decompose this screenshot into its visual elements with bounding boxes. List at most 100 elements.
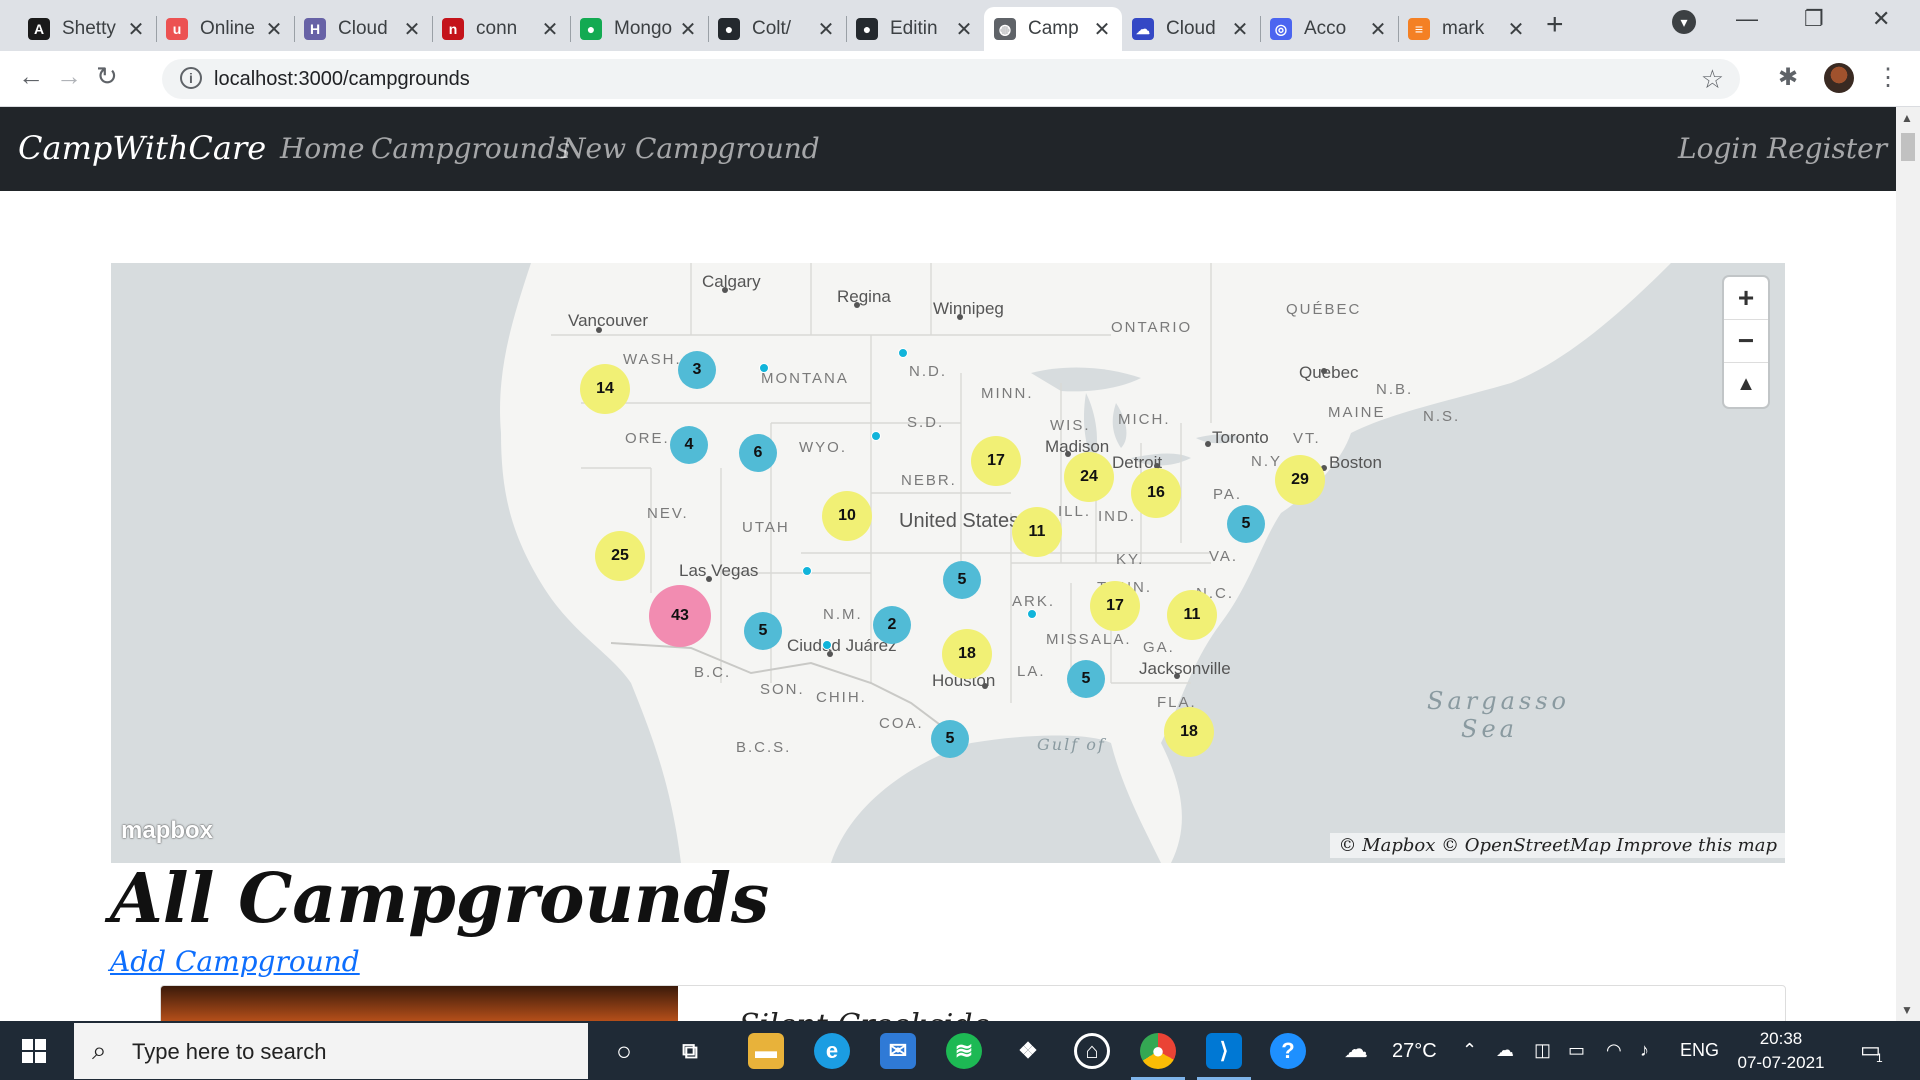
tray-chevron-icon[interactable]: ⌃ xyxy=(1462,1040,1477,1061)
scroll-thumb[interactable] xyxy=(1901,133,1915,161)
cluster-marker[interactable]: 2 xyxy=(873,606,911,644)
task-view-icon[interactable]: ⧉ xyxy=(672,1033,708,1069)
campground-point[interactable] xyxy=(802,566,812,576)
back-icon[interactable]: ← xyxy=(18,61,44,92)
compass-reset-button[interactable]: ▲ xyxy=(1724,363,1768,406)
brand-link[interactable]: CampWithCare xyxy=(18,129,266,167)
cluster-marker[interactable]: 3 xyxy=(678,351,716,389)
browser-tab[interactable]: ● Editin ✕ xyxy=(846,7,984,51)
volume-icon[interactable]: ♪ xyxy=(1640,1040,1649,1061)
page-scrollbar[interactable]: ▲ ▼ xyxy=(1896,107,1920,1021)
campground-point[interactable] xyxy=(871,431,881,441)
browser-tab[interactable]: u Online ✕ xyxy=(156,7,294,51)
cluster-marker[interactable]: 5 xyxy=(943,561,981,599)
campground-point[interactable] xyxy=(822,640,832,650)
minimize-icon[interactable]: — xyxy=(1736,6,1758,32)
zoom-out-button[interactable]: − xyxy=(1724,320,1768,363)
cluster-marker[interactable]: 11 xyxy=(1167,590,1217,640)
edge-icon[interactable]: e xyxy=(814,1033,850,1069)
file-explorer-icon[interactable]: ▬ xyxy=(748,1033,784,1069)
close-tab-icon[interactable]: ✕ xyxy=(264,17,284,42)
cluster-marker[interactable]: 18 xyxy=(942,629,992,679)
add-campground-link[interactable]: Add Campground xyxy=(110,945,360,978)
system-clock[interactable]: 20:38 07-07-2021 xyxy=(1736,1027,1826,1075)
close-tab-icon[interactable]: ✕ xyxy=(1506,17,1526,42)
browser-tab[interactable]: ≡ mark ✕ xyxy=(1398,7,1536,51)
extensions-icon[interactable]: ✱ xyxy=(1778,63,1798,92)
campground-point[interactable] xyxy=(1027,609,1037,619)
close-tab-icon[interactable]: ✕ xyxy=(402,17,422,42)
weather-icon[interactable]: ☁ xyxy=(1344,1035,1368,1064)
profile-avatar[interactable] xyxy=(1824,63,1854,93)
weather-temp[interactable]: 27°C xyxy=(1392,1040,1437,1063)
nav-new-campground[interactable]: New Campground xyxy=(561,132,820,165)
cluster-marker[interactable]: 17 xyxy=(1090,581,1140,631)
site-info-icon[interactable]: i xyxy=(180,67,202,89)
cluster-marker[interactable]: 5 xyxy=(1227,505,1265,543)
forward-icon[interactable]: → xyxy=(56,61,82,92)
cluster-marker[interactable]: 17 xyxy=(971,436,1021,486)
browser-tab[interactable]: ☁ Cloud ✕ xyxy=(1122,7,1260,51)
cluster-marker[interactable]: 6 xyxy=(739,434,777,472)
meet-icon[interactable]: ◫ xyxy=(1534,1040,1551,1061)
reload-icon[interactable]: ↻ xyxy=(96,61,118,92)
nav-register[interactable]: Register xyxy=(1767,132,1887,165)
cluster-marker[interactable]: 4 xyxy=(670,426,708,464)
close-tab-icon[interactable]: ✕ xyxy=(126,17,146,42)
mapbox-logo[interactable]: mapbox xyxy=(121,817,213,845)
map-attribution[interactable]: © Mapbox © OpenStreetMap Improve this ma… xyxy=(1330,833,1785,858)
chrome-icon[interactable]: ● xyxy=(1140,1033,1176,1069)
restore-icon[interactable]: ❐ xyxy=(1804,6,1824,32)
taskbar-search-box[interactable]: ⌕ Type here to search xyxy=(74,1023,588,1079)
windows-start-icon[interactable] xyxy=(22,1039,46,1063)
browser-tab[interactable]: ◍ Camp ✕ xyxy=(984,7,1122,51)
close-tab-icon[interactable]: ✕ xyxy=(1230,17,1250,42)
bookmark-star-icon[interactable]: ☆ xyxy=(1701,64,1724,95)
onedrive-icon[interactable]: ☁ xyxy=(1496,1040,1514,1061)
cluster-marker[interactable]: 5 xyxy=(931,720,969,758)
mail-icon[interactable]: ✉ xyxy=(880,1033,916,1069)
campground-point[interactable] xyxy=(898,348,908,358)
nav-campgrounds[interactable]: Campgrounds xyxy=(371,132,570,165)
cortana-icon[interactable]: ○ xyxy=(606,1033,642,1069)
menu-kebab-icon[interactable]: ⋮ xyxy=(1876,63,1900,92)
tab-search-icon[interactable]: ▾ xyxy=(1672,10,1696,34)
close-tab-icon[interactable]: ✕ xyxy=(954,17,974,42)
browser-tab[interactable]: ◎ Acco ✕ xyxy=(1260,7,1398,51)
browser-tab[interactable]: ● Colt/ ✕ xyxy=(708,7,846,51)
cluster-marker[interactable]: 43 xyxy=(649,585,711,647)
address-bar[interactable]: i localhost:3000/campgrounds ☆ xyxy=(162,59,1740,99)
cluster-marker[interactable]: 5 xyxy=(1067,660,1105,698)
cluster-marker[interactable]: 16 xyxy=(1131,468,1181,518)
cluster-marker[interactable]: 25 xyxy=(595,531,645,581)
nav-login[interactable]: Login xyxy=(1678,132,1758,165)
battery-icon[interactable]: ▭ xyxy=(1568,1040,1585,1061)
close-tab-icon[interactable]: ✕ xyxy=(1092,17,1112,42)
close-tab-icon[interactable]: ✕ xyxy=(1368,17,1388,42)
cluster-marker[interactable]: 5 xyxy=(744,612,782,650)
cluster-marker[interactable]: 29 xyxy=(1275,455,1325,505)
close-tab-icon[interactable]: ✕ xyxy=(678,17,698,42)
url-text[interactable]: localhost:3000/campgrounds xyxy=(214,68,470,91)
spotify-icon[interactable]: ≋ xyxy=(946,1033,982,1069)
nav-home[interactable]: Home xyxy=(280,132,364,165)
help-icon[interactable]: ? xyxy=(1270,1033,1306,1069)
browser-tab[interactable]: H Cloud ✕ xyxy=(294,7,432,51)
close-tab-icon[interactable]: ✕ xyxy=(540,17,560,42)
campground-point[interactable] xyxy=(759,363,769,373)
language-indicator[interactable]: ENG xyxy=(1680,1040,1719,1061)
zoom-in-button[interactable]: + xyxy=(1724,277,1768,320)
wifi-icon[interactable]: ◠ xyxy=(1606,1040,1622,1061)
github-desktop-icon[interactable]: ⌂ xyxy=(1074,1033,1110,1069)
cluster-map[interactable]: WASH. MONTANA N.D. MINN. ONTARIO QUÉBEC N.B. MA… xyxy=(111,263,1785,863)
dropbox-icon[interactable]: ❖ xyxy=(1010,1033,1046,1069)
close-window-icon[interactable]: ✕ xyxy=(1872,6,1890,32)
scroll-down-icon[interactable]: ▼ xyxy=(1901,1003,1913,1017)
browser-tab[interactable]: A Shetty ✕ xyxy=(18,7,156,51)
cluster-marker[interactable]: 24 xyxy=(1064,452,1114,502)
browser-tab[interactable]: ● Mongo ✕ xyxy=(570,7,708,51)
browser-tab[interactable]: n conn ✕ xyxy=(432,7,570,51)
new-tab-icon[interactable]: + xyxy=(1546,8,1564,42)
close-tab-icon[interactable]: ✕ xyxy=(816,17,836,42)
cluster-marker[interactable]: 18 xyxy=(1164,707,1214,757)
